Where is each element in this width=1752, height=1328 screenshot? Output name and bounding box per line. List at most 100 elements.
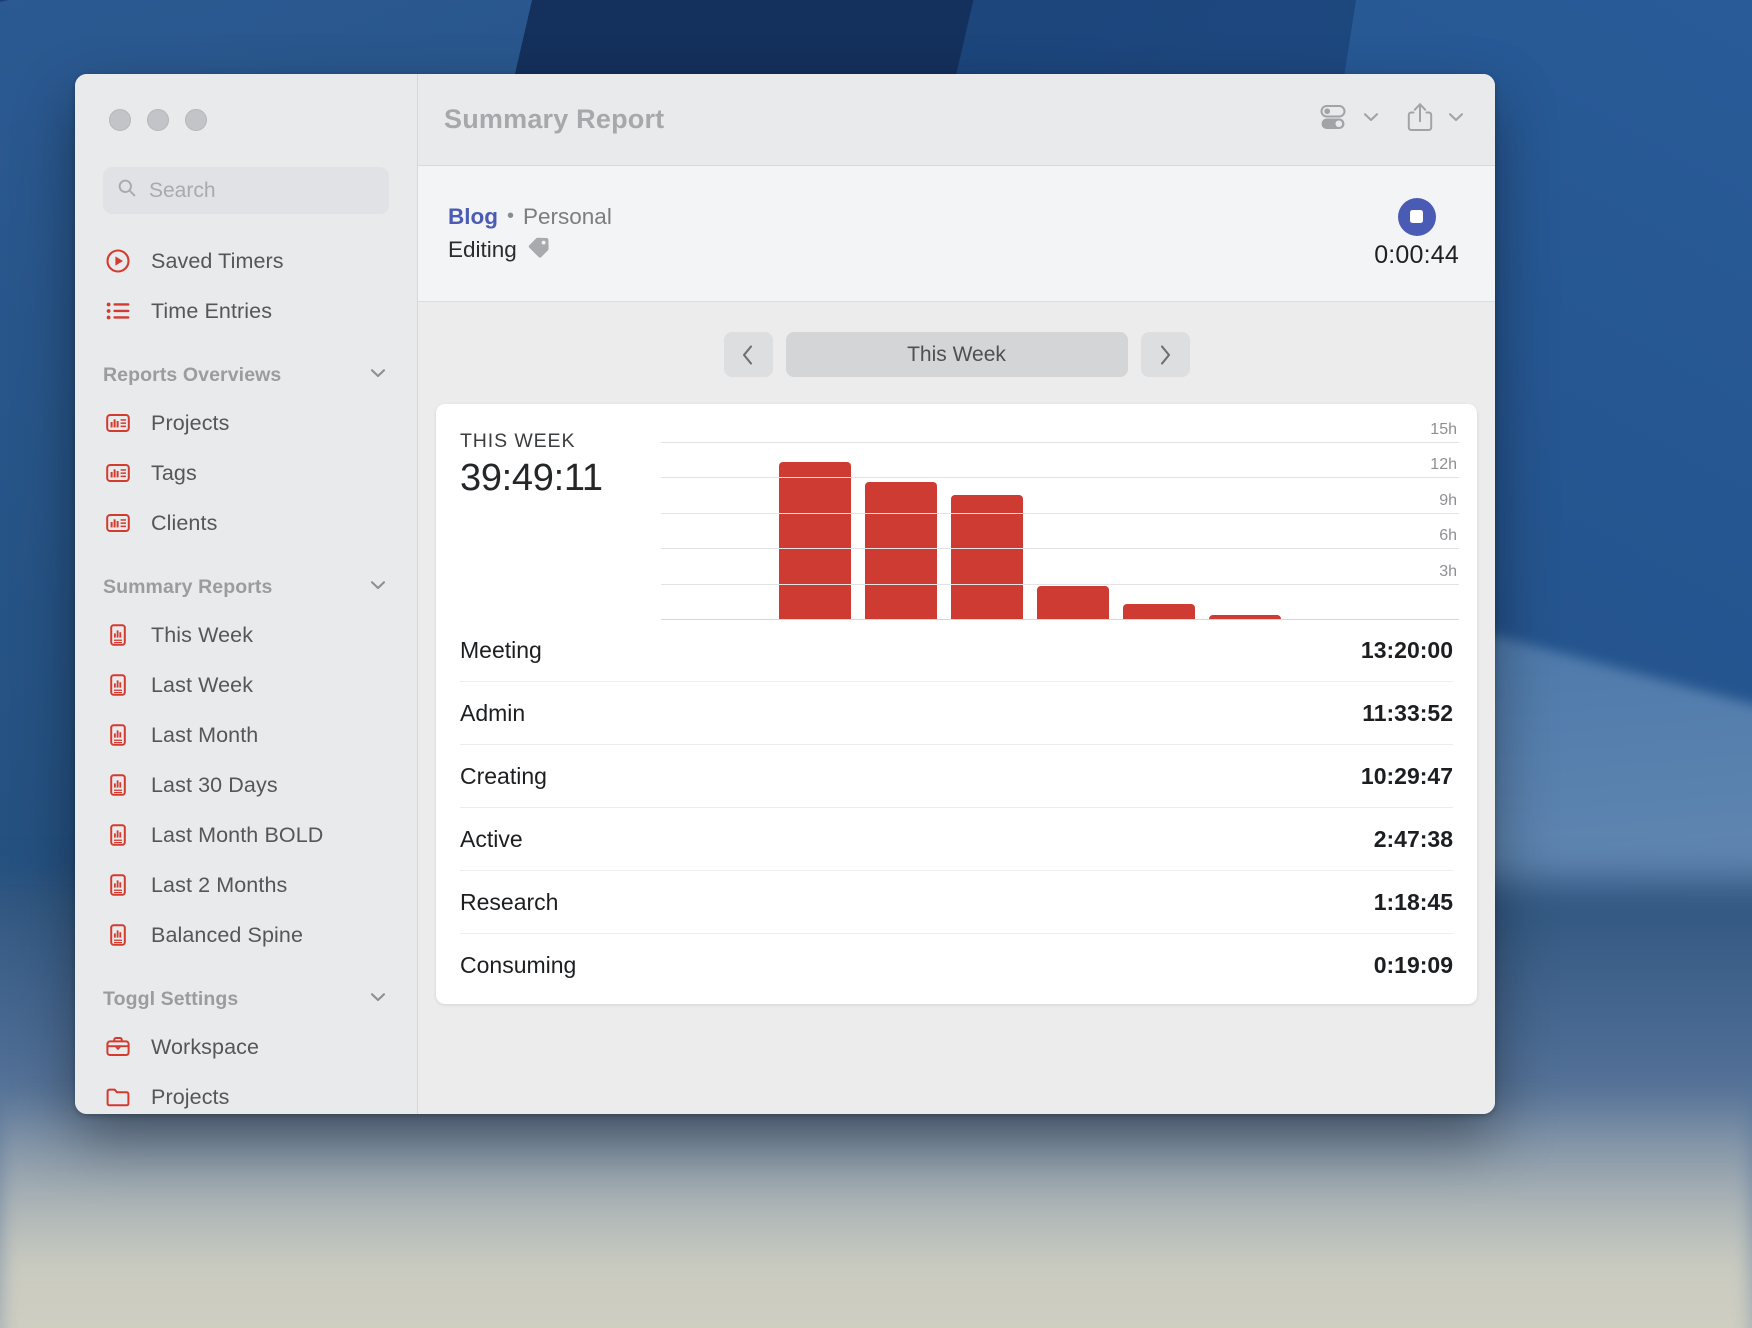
table-row[interactable]: Research 1:18:45 <box>460 871 1453 934</box>
row-duration: 2:47:38 <box>1373 825 1453 852</box>
sidebar-item-time-entries[interactable]: Time Entries <box>75 286 417 336</box>
toggles-icon <box>1315 101 1351 138</box>
report-overview-icon <box>103 408 133 438</box>
running-timer-bar[interactable]: Blog • Personal Editing 0:00:44 <box>418 166 1495 302</box>
sidebar-item-last-week[interactable]: Last Week <box>75 660 417 710</box>
timer-project-line: Blog • Personal <box>448 204 612 230</box>
sidebar-item-balanced-spine[interactable]: Balanced Spine <box>75 910 417 960</box>
sidebar-item-label: Clients <box>151 510 218 535</box>
chart-bars <box>661 430 1387 619</box>
minimize-button[interactable] <box>147 109 169 131</box>
row-duration: 13:20:00 <box>1360 636 1453 663</box>
row-duration: 10:29:47 <box>1360 762 1453 789</box>
section-header-summary-reports[interactable]: Summary Reports <box>75 564 417 610</box>
chevron-down-icon[interactable] <box>367 986 389 1013</box>
sidebar-item-last-month-bold[interactable]: Last Month BOLD <box>75 810 417 860</box>
desktop-background: Saved Timers Time Entries <box>0 0 1752 1328</box>
bar-chart: 3h 6h 9h 12h 15h <box>661 421 1459 620</box>
sidebar-item-label: Workspace <box>151 1034 260 1059</box>
chevron-down-icon[interactable] <box>1445 106 1467 133</box>
row-name: Research <box>460 888 559 915</box>
main-area: Summary Report Blog • Personal Editing 0… <box>418 74 1495 1114</box>
chart-bar[interactable] <box>779 461 851 619</box>
sidebar-item-saved-timers[interactable]: Saved Timers <box>75 236 417 286</box>
sidebar-item-label: Last Week <box>151 672 254 697</box>
chart-gridline <box>661 441 1459 443</box>
summary-report-icon <box>103 920 133 950</box>
section-title: Reports Overviews <box>103 363 282 386</box>
section-header-toggl-settings[interactable]: Toggl Settings <box>75 976 417 1022</box>
chart-total-label: THIS WEEK <box>460 430 576 452</box>
sidebar: Saved Timers Time Entries <box>75 74 418 1114</box>
table-row[interactable]: Creating 10:29:47 <box>460 745 1453 808</box>
chevron-down-icon[interactable] <box>367 574 389 601</box>
date-range-nav: This Week <box>723 332 1190 377</box>
sidebar-item-projects-overview[interactable]: Projects <box>75 398 417 448</box>
table-row[interactable]: Consuming 0:19:09 <box>460 934 1453 996</box>
chart-y-tick: 15h <box>1430 420 1457 438</box>
chart-bar[interactable] <box>1037 586 1109 619</box>
share-button[interactable] <box>1404 100 1467 139</box>
stop-timer-button[interactable] <box>1397 197 1436 236</box>
chart-bar[interactable] <box>865 482 937 619</box>
section-title: Toggl Settings <box>103 987 239 1010</box>
sidebar-item-workspace[interactable]: Workspace <box>75 1022 417 1072</box>
next-range-button[interactable] <box>1140 332 1190 377</box>
summary-report-icon <box>103 720 133 750</box>
table-row[interactable]: Admin 11:33:52 <box>460 682 1453 745</box>
timer-elapsed: 0:00:44 <box>1374 240 1459 269</box>
row-name: Creating <box>460 762 547 789</box>
date-range-label[interactable]: This Week <box>785 332 1128 377</box>
sidebar-top-nav: Saved Timers Time Entries <box>75 236 417 336</box>
sidebar-item-label: Projects <box>151 1084 230 1109</box>
row-name: Consuming <box>460 951 577 978</box>
chart-y-tick: 9h <box>1439 491 1457 509</box>
table-row[interactable]: Active 2:47:38 <box>460 808 1453 871</box>
sidebar-item-last-month[interactable]: Last Month <box>75 710 417 760</box>
sidebar-item-last-30-days[interactable]: Last 30 Days <box>75 760 417 810</box>
briefcase-icon <box>103 1032 133 1062</box>
timer-project[interactable]: Blog <box>448 204 498 230</box>
chart-y-tick: 6h <box>1439 527 1457 545</box>
sidebar-item-label: Last 2 Months <box>151 872 288 897</box>
sidebar-item-label: Last Month <box>151 722 259 747</box>
chart-gridline <box>661 477 1459 479</box>
sidebar-item-label: This Week <box>151 622 254 647</box>
previous-range-button[interactable] <box>723 332 773 377</box>
sidebar-item-projects-settings[interactable]: Projects <box>75 1072 417 1114</box>
sidebar-item-last-2-months[interactable]: Last 2 Months <box>75 860 417 910</box>
report-content: This Week THIS WEEK 39:49:11 3h 6h 9h 12… <box>418 302 1495 1114</box>
summary-report-icon <box>103 670 133 700</box>
close-button[interactable] <box>109 109 131 131</box>
sidebar-item-label: Last 30 Days <box>151 772 278 797</box>
chart-area: THIS WEEK 39:49:11 3h 6h 9h 12h 15h <box>436 404 1477 620</box>
chart-gridline <box>661 583 1459 585</box>
search-input[interactable] <box>147 177 375 204</box>
chart-y-tick: 3h <box>1439 562 1457 580</box>
folder-icon <box>103 1082 133 1112</box>
table-row[interactable]: Meeting 13:20:00 <box>460 619 1453 682</box>
tag-icon[interactable] <box>527 236 551 264</box>
sidebar-item-tags-overview[interactable]: Tags <box>75 448 417 498</box>
window-toolbar: Summary Report <box>418 74 1495 166</box>
stop-icon <box>1410 210 1424 223</box>
timer-description[interactable]: Editing <box>448 237 517 263</box>
toolbar-actions <box>1315 100 1467 139</box>
chevron-down-icon[interactable] <box>1360 106 1382 133</box>
summary-report-icon <box>103 820 133 850</box>
sidebar-item-this-week[interactable]: This Week <box>75 610 417 660</box>
chevron-down-icon[interactable] <box>367 362 389 389</box>
row-name: Active <box>460 825 523 852</box>
section-header-reports-overviews[interactable]: Reports Overviews <box>75 352 417 398</box>
sidebar-item-label: Balanced Spine <box>151 922 304 947</box>
wallpaper-shape <box>0 1090 1752 1328</box>
sidebar-item-label: Saved Timers <box>151 248 284 273</box>
sidebar-item-label: Last Month BOLD <box>151 822 324 847</box>
section-title: Summary Reports <box>103 575 273 598</box>
view-options-button[interactable] <box>1315 101 1382 138</box>
summary-report-icon <box>103 620 133 650</box>
sidebar-item-clients-overview[interactable]: Clients <box>75 498 417 548</box>
chart-bar[interactable] <box>1123 603 1195 619</box>
zoom-button[interactable] <box>185 109 207 131</box>
search-field[interactable] <box>103 167 389 214</box>
